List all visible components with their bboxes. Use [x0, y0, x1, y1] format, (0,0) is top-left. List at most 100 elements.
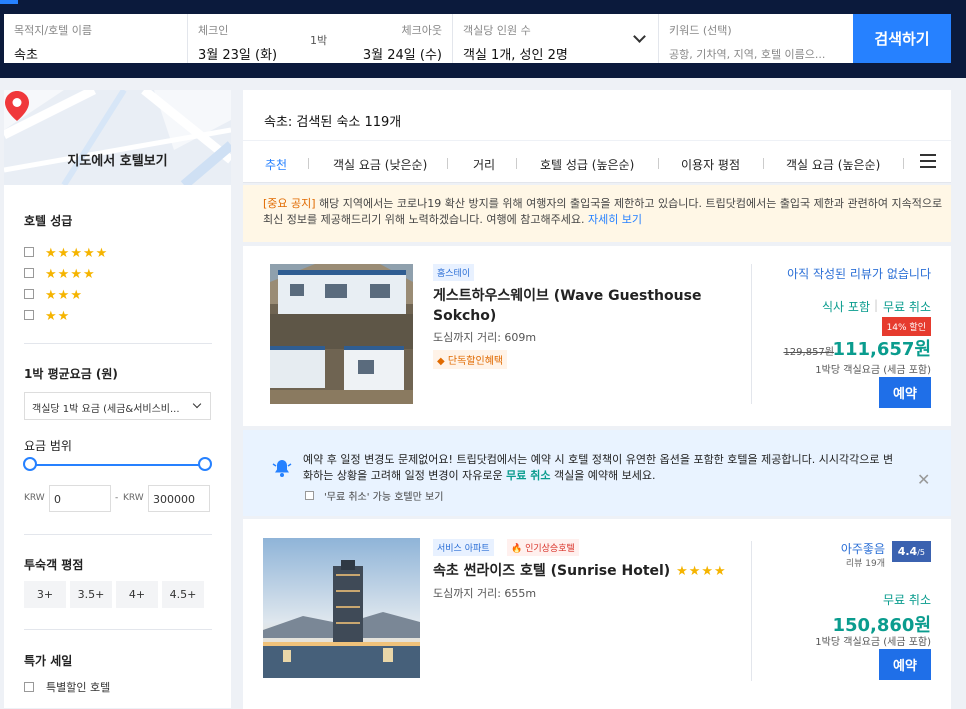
search-button[interactable]: 검색하기 [853, 14, 951, 63]
review-count[interactable]: 리뷰 19개 [846, 556, 885, 569]
divider [24, 343, 212, 344]
hotel-card[interactable]: 홈스테이 게스트하우스웨이브 (Wave Guesthouse Sokcho) … [243, 246, 951, 426]
promo-label: 단독할인혜택 [447, 356, 504, 367]
reserve-button[interactable]: 예약 [879, 649, 931, 680]
star-filter-2[interactable]: ★★ [24, 305, 69, 324]
checkbox[interactable] [24, 288, 34, 299]
price-range-title: 요금 범위 [24, 439, 72, 453]
special-deal-label: 특별할인 호텔 [46, 681, 111, 694]
rating-filter-4[interactable]: 4+ [116, 581, 158, 608]
rating-filter-3[interactable]: 3+ [24, 581, 66, 608]
tag-separator: | [873, 298, 878, 312]
rating-max: /5 [917, 548, 925, 557]
tab-separator [447, 158, 448, 169]
star-rating-title: 호텔 성급 [24, 214, 73, 228]
free-cancel-filter[interactable]: '무료 취소' 가능 호텔만 보기 [305, 488, 443, 503]
rating-word: 아주좋음 [840, 542, 885, 556]
map-view-link[interactable]: 지도에서 호텔보기 [4, 150, 231, 169]
flame-icon: 🔥 [511, 544, 523, 554]
meal-tag: 식사 포함 [822, 300, 870, 314]
hotel-price: 111,657원 [832, 339, 931, 360]
currency-label-max: KRW [123, 493, 144, 503]
result-count: 속초: 검색된 숙소 119개 [243, 90, 951, 140]
hotel-name[interactable]: 게스트하우스웨이브 (Wave Guesthouse Sokcho) [433, 286, 733, 326]
review-status[interactable]: 아직 작성된 리뷰가 없습니다 [787, 265, 931, 282]
min-price-input[interactable]: 0 [49, 485, 111, 512]
guests-value[interactable]: 객실 1개, 성인 2명 [463, 44, 648, 63]
hotel-photo[interactable] [270, 264, 413, 404]
free-cancel-filter-label: '무료 취소' 가능 호텔만 보기 [324, 492, 444, 503]
rating-filter-4-5[interactable]: 4.5+ [162, 581, 204, 608]
hotel-distance: 도심까지 거리: 609m [433, 331, 537, 344]
price-slider-track[interactable] [30, 464, 204, 466]
card-divider [751, 541, 752, 681]
tab-star-high[interactable]: 호텔 성급 (높은순) [540, 156, 634, 173]
tab-guest-rating[interactable]: 이용자 평점 [681, 156, 740, 173]
max-price-input[interactable]: 300000 [148, 485, 210, 512]
tab-separator [516, 158, 517, 169]
hotel-distance: 도심까지 거리: 655m [433, 587, 537, 600]
original-price: 129,857원 [783, 347, 834, 358]
price-type-select[interactable]: 객실당 1박 요금 (세금&서비스비... [24, 392, 211, 420]
keyword-field[interactable]: 키워드 (선택) 공항, 기차역, 지역, 호텔 이름으... [659, 14, 853, 63]
destination-value[interactable]: 속초 [14, 44, 177, 63]
star-filter-3[interactable]: ★★★ [24, 284, 82, 303]
hotel-name[interactable]: 속초 썬라이즈 호텔 (Sunrise Hotel) ★★★★ [433, 561, 726, 582]
banner-text-part-2: 객실을 예약해 보세요. [550, 469, 656, 482]
keyword-input[interactable]: 공항, 기차역, 지역, 호텔 이름으... [669, 46, 843, 62]
hotel-photo[interactable] [263, 538, 420, 678]
price-type-value: 객실당 1박 요금 (세금&서비스비... [32, 404, 180, 415]
checkbox[interactable] [24, 682, 34, 692]
hotel-photo-image [270, 264, 413, 404]
checkbox[interactable] [24, 309, 34, 320]
tab-price-low[interactable]: 객실 요금 (낮은순) [333, 156, 427, 173]
tab-separator [763, 158, 764, 169]
range-dash: - [115, 493, 119, 503]
filter-sidebar: 지도에서 호텔보기 호텔 성급 ★★★★★ ★★★★ ★★★ ★★ 1박 평균요… [4, 90, 231, 708]
three-star-icons: ★★★ [45, 288, 82, 303]
date-field[interactable]: 체크인 3월 23일 (화) 1박 체크아웃 3월 24일 (수) [188, 14, 453, 63]
property-type-badge: 서비스 아파트 [433, 539, 494, 556]
map-preview[interactable]: 지도에서 호텔보기 [4, 90, 231, 185]
checkout-value[interactable]: 3월 24일 (수) [363, 44, 442, 63]
tab-separator [903, 158, 904, 169]
hotel-card[interactable]: 서비스 아파트 🔥 인기상승호텔 속초 썬라이즈 호텔 (Sunrise Hot… [243, 519, 951, 709]
rating-filter-3-5[interactable]: 3.5+ [70, 581, 112, 608]
tab-separator [658, 158, 659, 169]
tab-recommended[interactable]: 추천 [265, 156, 287, 173]
price-slider-max-handle[interactable] [198, 457, 212, 471]
promo-badge: ◆ 단독할인혜택 [433, 350, 508, 369]
hotel-stars: ★★★★ [676, 564, 726, 579]
deal-title: 특가 세일 [24, 654, 73, 668]
guests-field[interactable]: 객실당 인원 수 객실 1개, 성인 2명 [453, 14, 659, 63]
reserve-button[interactable]: 예약 [879, 377, 931, 408]
destination-field[interactable]: 목적지/호텔 이름 속초 [4, 14, 188, 63]
checkin-value[interactable]: 3월 23일 (화) [198, 44, 277, 63]
tab-distance[interactable]: 거리 [473, 156, 495, 173]
star-filter-5[interactable]: ★★★★★ [24, 242, 107, 261]
tab-price-high[interactable]: 객실 요금 (높은순) [786, 156, 880, 173]
special-deal-filter[interactable]: 특별할인 호텔 [24, 679, 110, 695]
trending-badge: 🔥 인기상승호텔 [507, 539, 579, 556]
map-roads [4, 90, 231, 185]
checkbox[interactable] [24, 246, 34, 257]
notice-more-link[interactable]: 자세히 보기 [588, 213, 642, 226]
banner-text: 예약 후 일정 변경도 문제없어요! 트립닷컴에서는 예약 시 호텔 정책이 유… [303, 452, 903, 484]
avg-price-title: 1박 평균요금 (원) [24, 367, 118, 381]
notice-tag: [중요 공지] [263, 197, 316, 210]
checkout-label: 체크아웃 [401, 24, 442, 37]
free-cancel-link[interactable]: 무료 취소 [506, 469, 550, 482]
chevron-down-icon [192, 399, 202, 409]
nights-count: 1박 [310, 34, 328, 47]
checkbox[interactable] [305, 491, 314, 500]
currency-label-min: KRW [24, 493, 45, 503]
price-slider-min-handle[interactable] [23, 457, 37, 471]
hotel-name-text: 속초 썬라이즈 호텔 (Sunrise Hotel) [433, 563, 671, 579]
close-icon[interactable]: ✕ [917, 470, 930, 489]
star-filter-4[interactable]: ★★★★ [24, 263, 95, 282]
checkbox[interactable] [24, 267, 34, 278]
keyword-label: 키워드 (선택) [669, 24, 732, 37]
guests-label: 객실당 인원 수 [463, 24, 531, 37]
four-star-icons: ★★★★ [45, 267, 95, 282]
menu-icon[interactable] [920, 154, 936, 168]
